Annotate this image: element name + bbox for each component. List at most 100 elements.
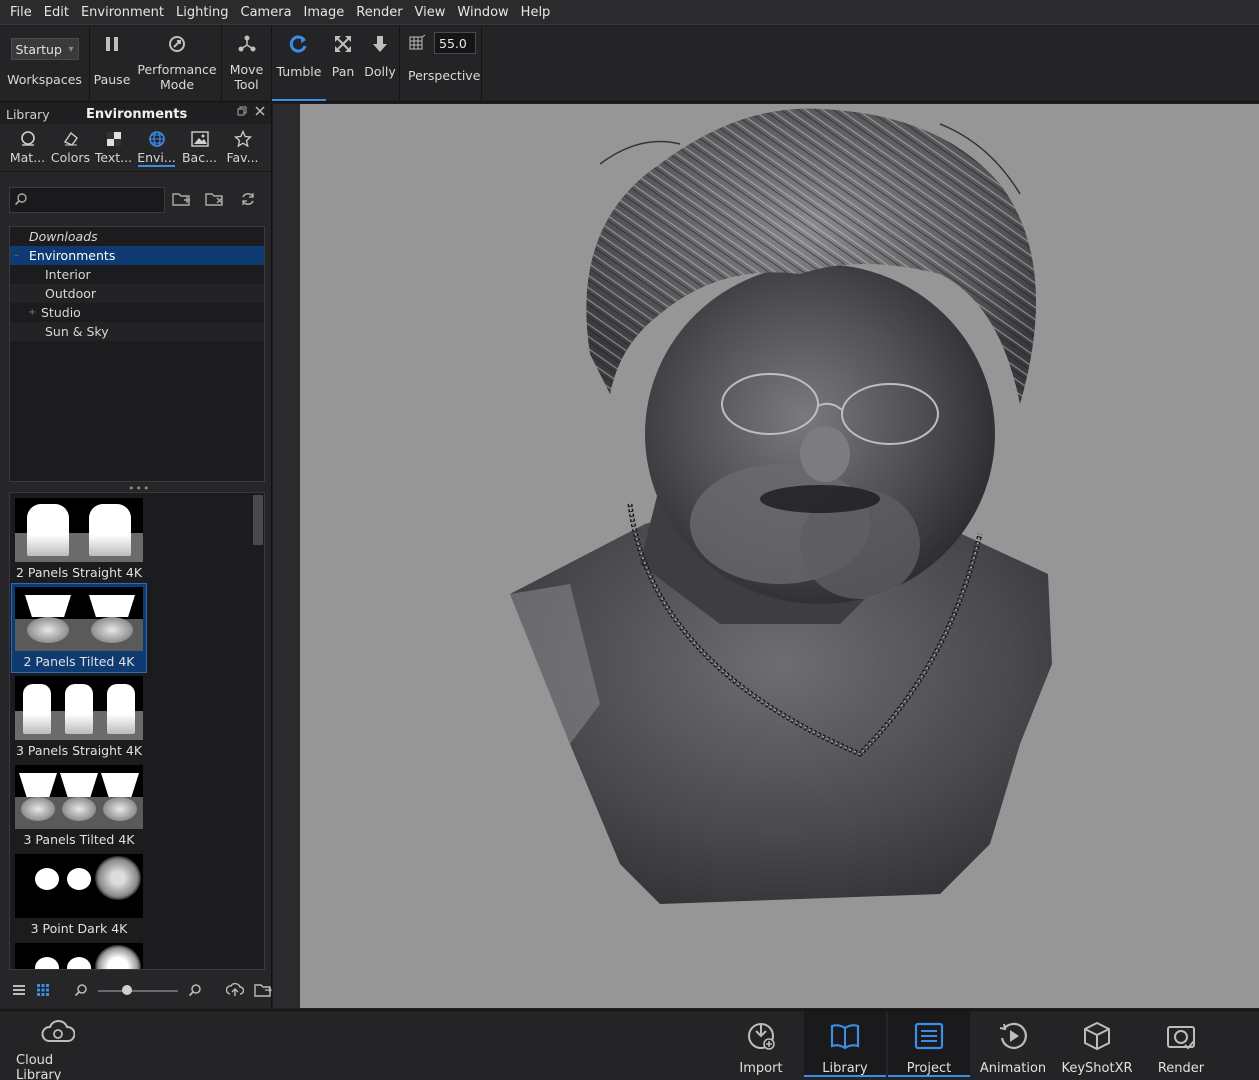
remove-folder-button[interactable]	[198, 191, 231, 210]
tree-item-environments[interactable]: – Environments	[10, 246, 264, 265]
render-button[interactable]: Render	[1140, 1011, 1222, 1077]
menu-view[interactable]: View	[409, 0, 452, 25]
expand-icon[interactable]: +	[28, 307, 38, 318]
library-panel: Library Environments Mat... Colors Text.…	[0, 104, 273, 1008]
close-panel-icon[interactable]	[255, 106, 265, 119]
menu-lighting[interactable]: Lighting	[170, 0, 235, 25]
refresh-button[interactable]	[231, 191, 264, 210]
environments-title: Environments	[86, 106, 188, 122]
cloud-library-icon	[41, 1017, 75, 1047]
pan-icon	[333, 32, 353, 56]
thumbnail-scrollbar[interactable]	[253, 495, 263, 545]
tab-backplates[interactable]: Bac...	[178, 124, 221, 171]
camera-nav-group: Tumble Pan Dolly	[272, 26, 400, 101]
menu-render[interactable]: Render	[350, 0, 408, 25]
image-icon	[190, 130, 209, 148]
tree-item-outdoor[interactable]: Outdoor	[10, 284, 264, 303]
color-swatch-icon	[62, 130, 80, 148]
refresh-icon	[240, 191, 256, 210]
keyshotxr-label: KeyShotXR	[1061, 1061, 1133, 1076]
tree-item-interior[interactable]: Interior	[10, 265, 264, 284]
tab-materials[interactable]: Mat...	[6, 124, 49, 171]
float-panel-icon[interactable]	[237, 106, 247, 119]
thumbnail-caption: 3 Panels Tilted 4K	[23, 832, 135, 847]
pause-button[interactable]: Pause	[90, 26, 134, 101]
menu-bar: File Edit Environment Lighting Camera Im…	[0, 0, 1259, 25]
menu-camera[interactable]: Camera	[235, 0, 298, 25]
list-view-icon[interactable]	[12, 984, 26, 999]
dolly-button[interactable]: Dolly	[360, 26, 400, 101]
perspective-button[interactable]: Perspective	[408, 68, 481, 83]
import-button[interactable]: Import	[720, 1011, 802, 1077]
project-button[interactable]: Project	[888, 1011, 970, 1077]
tab-colors[interactable]: Colors	[49, 124, 92, 171]
animation-label: Animation	[979, 1061, 1047, 1076]
tumble-label: Tumble	[276, 64, 322, 79]
library-tabs: Mat... Colors Text... Envi... Bac... Fav…	[0, 124, 271, 172]
library-footer	[0, 974, 273, 1008]
material-sphere-icon	[19, 130, 37, 148]
tab-favorites[interactable]: Fav...	[221, 124, 264, 171]
menu-file[interactable]: File	[4, 0, 38, 25]
cloud-library-button[interactable]: Cloud Library	[16, 1011, 100, 1080]
tab-colors-label: Colors	[50, 150, 91, 165]
tab-environments[interactable]: Envi...	[135, 124, 178, 171]
thumbnail-size-slider[interactable]	[98, 985, 178, 995]
zoom-in-icon[interactable]	[188, 983, 202, 1000]
pan-button[interactable]: Pan	[326, 26, 360, 101]
thumbnail-2-panels-tilted[interactable]: 2 Panels Tilted 4K	[11, 583, 147, 673]
menu-edit[interactable]: Edit	[38, 0, 75, 25]
thumbnail-2-panels-straight[interactable]: 2 Panels Straight 4K	[12, 495, 146, 583]
thumbnail-image	[15, 854, 143, 918]
tab-textures[interactable]: Text...	[92, 124, 135, 171]
slider-knob[interactable]	[122, 985, 132, 995]
add-folder-icon	[171, 191, 192, 210]
import-folder-icon[interactable]	[254, 982, 273, 1001]
menu-help[interactable]: Help	[515, 0, 557, 25]
tab-materials-label: Mat...	[9, 150, 46, 165]
keyshotxr-button[interactable]: KeyShotXR	[1056, 1011, 1138, 1077]
library-label: Library	[822, 1061, 868, 1076]
tumble-button[interactable]: Tumble	[272, 26, 326, 101]
menu-environment[interactable]: Environment	[75, 0, 170, 25]
menu-image[interactable]: Image	[298, 0, 351, 25]
tree-item-sun-sky[interactable]: Sun & Sky	[10, 322, 264, 341]
texture-checker-icon	[106, 130, 122, 148]
toolbar: Startup Workspaces Pause Performance Mod…	[0, 26, 1259, 102]
thumbnail-partial[interactable]	[12, 940, 146, 969]
grid-view-icon[interactable]	[36, 983, 50, 1000]
tree-item-label: Outdoor	[45, 286, 97, 301]
thumbnail-3-point-dark[interactable]: 3 Point Dark 4K	[12, 851, 146, 939]
field-of-view-input[interactable]: 55.0	[434, 32, 476, 54]
thumbnail-3-panels-tilted[interactable]: 3 Panels Tilted 4K	[12, 762, 146, 850]
tree-item-downloads[interactable]: Downloads	[10, 227, 264, 246]
panel-splitter[interactable]	[273, 104, 300, 1008]
folder-tree: Downloads – Environments Interior Outdoo…	[9, 226, 265, 482]
keyshot-window: File Edit Environment Lighting Camera Im…	[0, 0, 1259, 1080]
zoom-out-icon[interactable]	[74, 983, 88, 1000]
animation-button[interactable]: Animation	[972, 1011, 1054, 1077]
tumble-icon	[289, 32, 309, 56]
thumbnail-image	[15, 765, 143, 829]
library-button[interactable]: Library	[804, 1011, 886, 1077]
collapse-icon[interactable]: –	[14, 250, 24, 261]
search-input[interactable]	[9, 187, 165, 213]
tree-item-studio[interactable]: + Studio	[10, 303, 264, 322]
animation-icon	[997, 1017, 1029, 1055]
workspaces-label: Workspaces	[7, 72, 82, 87]
menu-window[interactable]: Window	[451, 0, 514, 25]
tab-textures-label: Text...	[94, 150, 133, 165]
add-folder-button[interactable]	[165, 191, 198, 210]
render-viewport[interactable]	[300, 104, 1259, 1008]
dolly-icon	[370, 32, 390, 56]
thumbnail-3-panels-straight[interactable]: 3 Panels Straight 4K	[12, 673, 146, 761]
remove-folder-icon	[204, 191, 225, 210]
tree-item-label: Sun & Sky	[45, 324, 109, 339]
globe-icon	[148, 130, 166, 148]
workspace-select[interactable]: Startup	[10, 38, 79, 60]
performance-mode-button[interactable]: Performance Mode	[134, 26, 220, 101]
upload-cloud-icon[interactable]	[225, 982, 245, 1001]
move-tool-button[interactable]: Move Tool	[222, 26, 271, 101]
performance-mode-label-1: Performance	[137, 62, 217, 77]
import-label: Import	[739, 1061, 783, 1076]
